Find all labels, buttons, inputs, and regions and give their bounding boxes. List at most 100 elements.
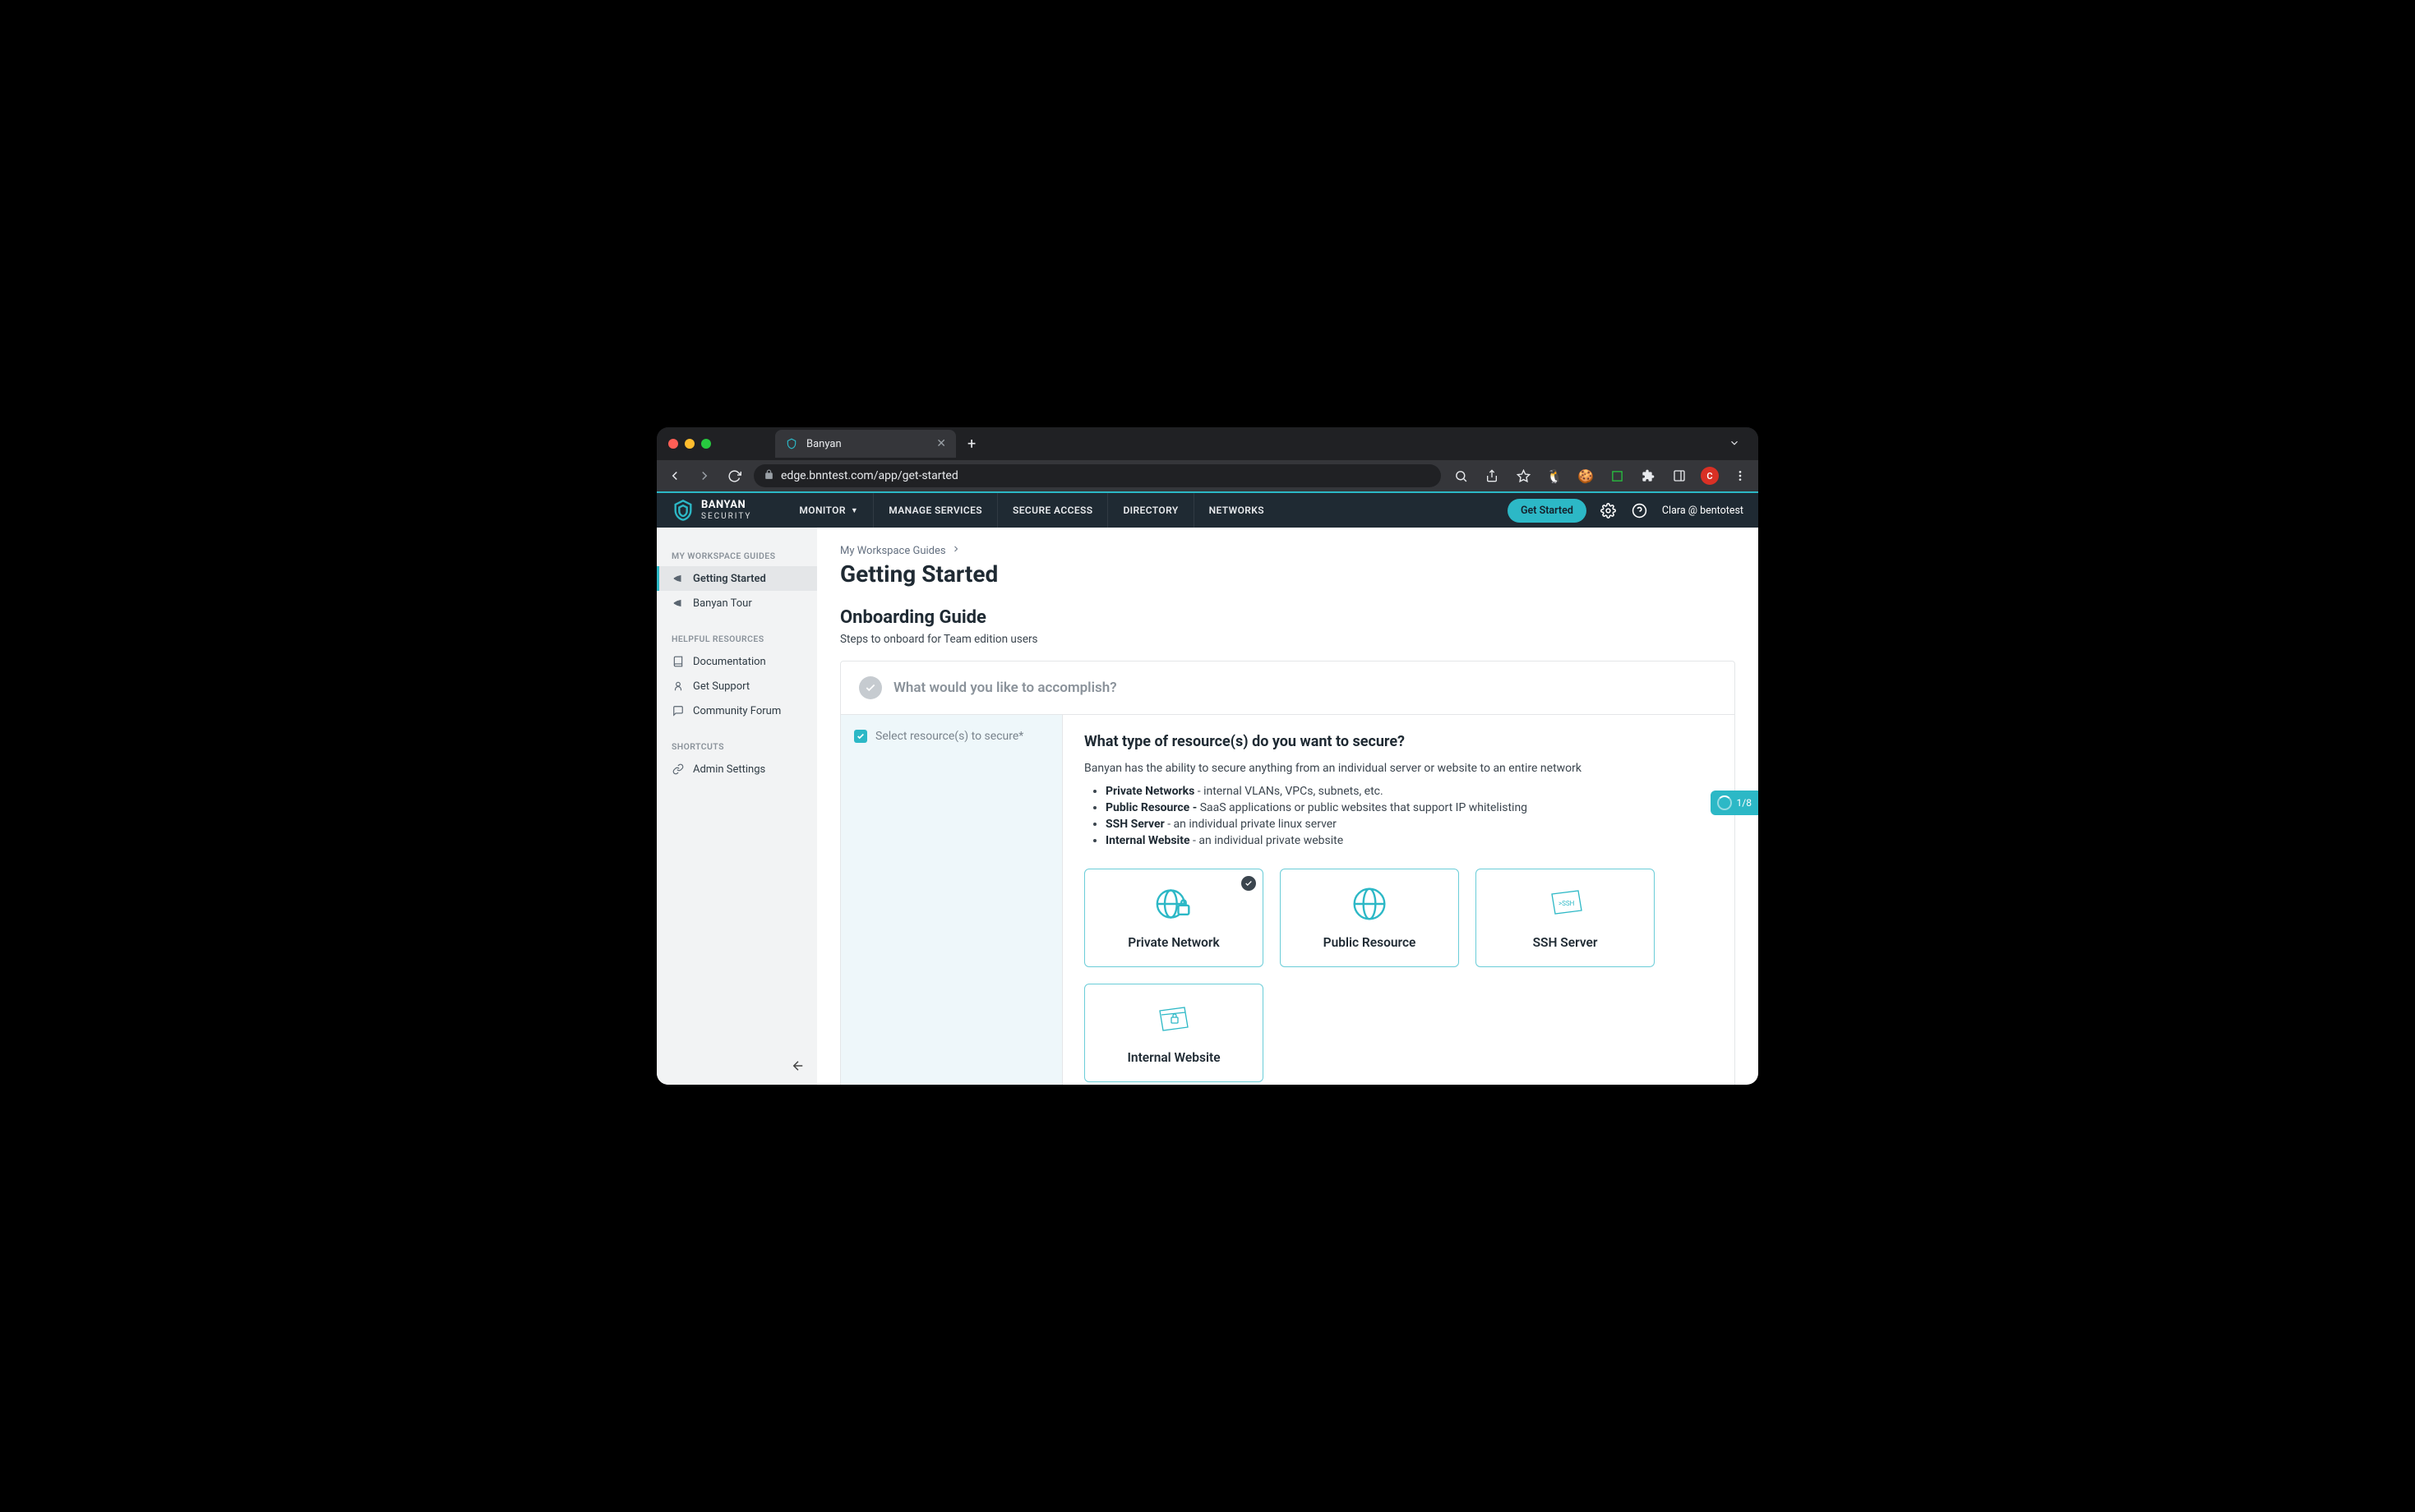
list-item: Public Resource - SaaS applications or p…	[1106, 801, 1713, 814]
nav-directory[interactable]: DIRECTORY	[1108, 493, 1194, 528]
card-private-network[interactable]: Private Network	[1084, 869, 1263, 967]
step-list: Select resource(s) to secure*	[841, 715, 1063, 1085]
list-item: SSH Server - an individual private linux…	[1106, 818, 1713, 831]
browser-tab[interactable]: Banyan ✕	[775, 430, 956, 458]
extension-icon-1[interactable]: 🐧	[1545, 466, 1564, 486]
nav-secure-access[interactable]: SECURE ACCESS	[998, 493, 1108, 528]
forward-button[interactable]	[695, 466, 714, 486]
megaphone-icon	[672, 572, 685, 585]
sidebar-item-tour[interactable]: Banyan Tour	[657, 591, 817, 615]
brand-logo[interactable]: BANYAN SECURITY	[672, 499, 751, 522]
close-window-button[interactable]	[668, 439, 678, 449]
question-desc: Banyan has the ability to secure anythin…	[1084, 762, 1713, 775]
sidebar-section-workspace: MY WORKSPACE GUIDES	[657, 546, 817, 566]
globe-icon	[1351, 886, 1388, 925]
header-actions: Get Started Clara @ bentotest	[1508, 499, 1743, 523]
new-tab-button[interactable]: +	[967, 436, 976, 453]
resource-cards: Private Network Public Resource >SSH SSH…	[1084, 869, 1713, 1082]
gear-icon[interactable]	[1600, 501, 1618, 519]
profile-avatar[interactable]: C	[1701, 467, 1719, 485]
favicon-icon	[785, 437, 798, 450]
chat-icon	[672, 704, 685, 717]
onboarding-subtext: Steps to onboard for Team edition users	[840, 633, 1735, 646]
side-panel-icon[interactable]	[1669, 466, 1689, 486]
step-select-resources-label: Select resource(s) to secure*	[875, 730, 1023, 743]
link-icon	[672, 763, 685, 776]
question-heading: What type of resource(s) do you want to …	[1084, 733, 1713, 750]
sidebar-item-support[interactable]: Get Support	[657, 674, 817, 698]
step-select-resources[interactable]: Select resource(s) to secure*	[854, 730, 1049, 743]
megaphone-icon	[672, 597, 685, 610]
nav-manage-services[interactable]: MANAGE SERVICES	[874, 493, 998, 528]
toolbar: edge.bnntest.com/app/get-started 🐧 🍪 C	[657, 460, 1758, 491]
onboarding-panel: What would you like to accomplish? Selec…	[840, 661, 1735, 1085]
chevron-down-icon[interactable]	[1729, 436, 1747, 452]
sidebar: MY WORKSPACE GUIDES Getting Started Bany…	[657, 528, 817, 1085]
caret-down-icon: ▼	[851, 506, 858, 515]
reload-button[interactable]	[724, 466, 744, 486]
sidebar-section-shortcuts: SHORTCUTS	[657, 736, 817, 757]
sidebar-item-docs[interactable]: Documentation	[657, 649, 817, 674]
sidebar-section-resources: HELPFUL RESOURCES	[657, 629, 817, 649]
globe-lock-icon	[1156, 886, 1192, 925]
search-icon[interactable]	[1451, 466, 1471, 486]
selected-check-icon	[1241, 876, 1256, 891]
headset-icon	[672, 680, 685, 693]
maximize-window-button[interactable]	[701, 439, 711, 449]
ssh-terminal-icon: >SSH	[1545, 886, 1585, 925]
shield-icon	[672, 499, 695, 522]
page-title: Getting Started	[840, 560, 1735, 588]
browser-lock-icon	[1155, 1001, 1193, 1040]
chevron-right-icon	[951, 544, 961, 557]
breadcrumb[interactable]: My Workspace Guides	[840, 544, 1735, 557]
toolbar-actions: 🐧 🍪 C	[1451, 466, 1750, 486]
nav-monitor[interactable]: MONITOR▼	[784, 493, 874, 528]
back-button[interactable]	[665, 466, 685, 486]
step-content: What type of resource(s) do you want to …	[1063, 715, 1734, 1085]
browser-window: Banyan ✕ + edge.bnntest.com/app/get-star…	[657, 427, 1758, 1085]
progress-badge[interactable]: 1/8	[1711, 791, 1758, 815]
card-ssh-server[interactable]: >SSH SSH Server	[1475, 869, 1655, 967]
titlebar: Banyan ✕ +	[657, 427, 1758, 460]
step-accomplished[interactable]: What would you like to accomplish?	[841, 662, 1734, 715]
list-item: Private Networks - internal VLANs, VPCs,…	[1106, 785, 1713, 798]
window-controls	[668, 439, 711, 449]
onboarding-heading: Onboarding Guide	[840, 607, 1735, 628]
brand-name-top: BANYAN	[701, 500, 751, 511]
sidebar-item-getting-started[interactable]: Getting Started	[657, 566, 817, 591]
extensions-icon[interactable]	[1638, 466, 1658, 486]
resource-type-list: Private Networks - internal VLANs, VPCs,…	[1106, 785, 1713, 847]
top-nav: MONITOR▼ MANAGE SERVICES SECURE ACCESS D…	[784, 493, 1279, 528]
address-bar[interactable]: edge.bnntest.com/app/get-started	[754, 464, 1441, 487]
brand-name-bottom: SECURITY	[701, 512, 751, 521]
extension-icon-2[interactable]: 🍪	[1576, 466, 1595, 486]
share-icon[interactable]	[1482, 466, 1502, 486]
extension-icon-3[interactable]	[1607, 466, 1627, 486]
app-body: MY WORKSPACE GUIDES Getting Started Bany…	[657, 528, 1758, 1085]
card-public-resource[interactable]: Public Resource	[1280, 869, 1459, 967]
app-header: BANYAN SECURITY MONITOR▼ MANAGE SERVICES…	[657, 491, 1758, 528]
progress-ring-icon	[1717, 795, 1732, 810]
svg-text:>SSH: >SSH	[1558, 900, 1575, 907]
close-tab-icon[interactable]: ✕	[936, 437, 946, 450]
tab-title: Banyan	[806, 438, 842, 450]
collapse-sidebar-button[interactable]	[657, 1047, 817, 1085]
sidebar-item-forum[interactable]: Community Forum	[657, 698, 817, 723]
check-circle-icon	[859, 676, 882, 699]
help-icon[interactable]	[1631, 501, 1649, 519]
minimize-window-button[interactable]	[685, 439, 695, 449]
kebab-menu-icon[interactable]	[1730, 466, 1750, 486]
user-label[interactable]: Clara @ bentotest	[1662, 505, 1743, 517]
get-started-button[interactable]: Get Started	[1508, 499, 1586, 523]
lock-icon	[764, 469, 774, 483]
panel-body: Select resource(s) to secure* What type …	[841, 715, 1734, 1085]
url-text: edge.bnntest.com/app/get-started	[781, 469, 958, 482]
book-icon	[672, 655, 685, 668]
sidebar-item-admin[interactable]: Admin Settings	[657, 757, 817, 781]
progress-text: 1/8	[1737, 797, 1752, 809]
checkbox-checked-icon	[854, 730, 867, 743]
nav-networks[interactable]: NETWORKS	[1194, 493, 1279, 528]
card-internal-website[interactable]: Internal Website	[1084, 984, 1263, 1082]
main-content: My Workspace Guides Getting Started Onbo…	[817, 528, 1758, 1085]
star-icon[interactable]	[1513, 466, 1533, 486]
